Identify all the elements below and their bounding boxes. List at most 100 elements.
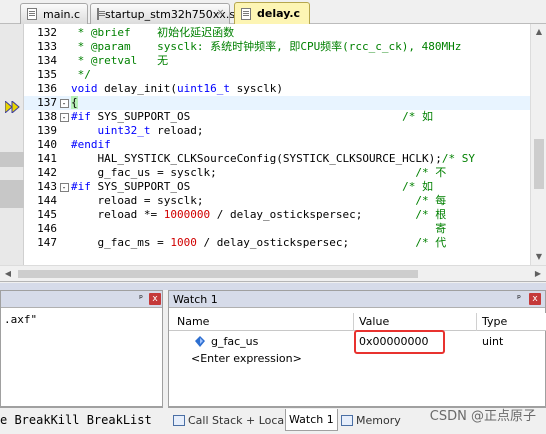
- code-line[interactable]: 138- #if SYS_SUPPORT_OS /* 如: [24, 110, 530, 124]
- collapse-icon[interactable]: -: [59, 98, 69, 108]
- code-line[interactable]: 143- #if SYS_SUPPORT_OS /* 如: [24, 180, 530, 194]
- code-token: {: [71, 96, 78, 109]
- tab-call-stack[interactable]: Call Stack + Locals: [170, 409, 296, 431]
- column-divider[interactable]: [353, 313, 354, 331]
- code-token: * @brief 初始化延迟函数: [71, 26, 235, 39]
- scroll-right-icon[interactable]: ▶: [530, 266, 546, 282]
- close-icon[interactable]: x: [529, 293, 541, 305]
- code-text: HAL_SYSTICK_CLKSourceConfig(SYSTICK_CLKS…: [71, 152, 475, 166]
- column-header-type[interactable]: Type: [482, 315, 507, 328]
- watch-type: uint: [482, 335, 504, 348]
- scroll-thumb[interactable]: [18, 270, 418, 278]
- breakpoint-tabs[interactable]: e BreakKill BreakList: [0, 413, 152, 427]
- tab-label: Watch 1: [289, 413, 334, 426]
- code-line[interactable]: 136 void delay_init(uint16_t sysclk): [24, 82, 530, 96]
- code-token: delay_init(: [97, 82, 177, 95]
- column-header-value[interactable]: Value: [359, 315, 389, 328]
- code-text: * @param sysclk: 系统时钟频率, 即CPU频率(rcc_c_ck…: [71, 40, 462, 54]
- tab-startup-s[interactable]: startup_stm32h750xx.s ×: [90, 3, 235, 24]
- code-token: 1000: [170, 236, 197, 249]
- code-text: #if SYS_SUPPORT_OS /* 如: [71, 110, 433, 124]
- code-token: reload;: [150, 124, 204, 137]
- scroll-up-icon[interactable]: ▲: [531, 24, 546, 40]
- code-line[interactable]: 141 HAL_SYSTICK_CLKSourceConfig(SYSTICK_…: [24, 152, 530, 166]
- code-token: void: [71, 82, 98, 95]
- code-line[interactable]: 132 * @brief 初始化延迟函数: [24, 26, 530, 40]
- close-icon[interactable]: ×: [215, 8, 226, 19]
- code-line[interactable]: 142 g_fac_us = sysclk; /* 不: [24, 166, 530, 180]
- line-number: 147: [37, 236, 57, 249]
- pane-header: Watch 1 ᵖ x: [169, 291, 545, 308]
- breakpoint-gutter[interactable]: [0, 24, 24, 265]
- tab-memory[interactable]: Memory: [338, 409, 404, 431]
- code-editor[interactable]: 132 * @brief 初始化延迟函数 133 * @param sysclk:…: [0, 24, 546, 282]
- code-token: #if: [71, 110, 91, 123]
- watch-table-header: Name Value Type: [169, 313, 546, 331]
- code-token: SYS_SUPPORT_OS: [90, 110, 403, 123]
- code-token: #endif: [71, 138, 111, 151]
- code-line[interactable]: 146 寄: [24, 222, 530, 236]
- line-number: 138: [37, 110, 57, 123]
- code-line[interactable]: 145 reload *= 1000000 / delay_osticksper…: [24, 208, 530, 222]
- column-divider[interactable]: [476, 313, 477, 331]
- splitter[interactable]: [0, 283, 546, 290]
- code-token: sysclk): [229, 82, 283, 95]
- fold-marker[interactable]: -: [57, 96, 71, 110]
- pane-title: Watch 1: [173, 293, 218, 306]
- enter-expression[interactable]: <Enter expression>: [191, 352, 302, 365]
- code-token: uint32_t: [97, 124, 151, 137]
- gutter-marker: [0, 152, 24, 167]
- code-token: */: [71, 68, 91, 81]
- code-text: uint32_t reload;: [71, 124, 204, 138]
- watermark: CSDN @正点原子: [429, 409, 536, 424]
- scroll-left-icon[interactable]: ◀: [0, 266, 16, 282]
- code-token: /* SY: [441, 152, 475, 165]
- code-token: reload *=: [71, 208, 164, 221]
- pin-icon[interactable]: ᵖ: [136, 294, 146, 304]
- code-line[interactable]: 137-{: [24, 96, 530, 110]
- code-token: / delay_ostickspersec;: [196, 236, 416, 249]
- close-icon[interactable]: x: [149, 293, 161, 305]
- collapse-icon[interactable]: -: [59, 182, 69, 192]
- pin-icon[interactable]: ᵖ: [514, 294, 524, 304]
- scroll-down-icon[interactable]: ▼: [531, 249, 546, 265]
- line-number: 136: [37, 82, 57, 95]
- code-token: 1000000: [163, 208, 211, 221]
- code-line[interactable]: 147 g_fac_ms = 1000 / delay_osticksperse…: [24, 236, 530, 250]
- fold-marker[interactable]: -: [57, 180, 71, 194]
- asm-file-icon: [97, 8, 105, 20]
- watch-name: g_fac_us: [211, 335, 259, 348]
- line-number: 132: [37, 26, 57, 39]
- code-token: g_fac_ms =: [71, 236, 171, 249]
- vertical-scrollbar[interactable]: ▲ ▼: [530, 24, 546, 265]
- column-header-name[interactable]: Name: [177, 315, 209, 328]
- code-line[interactable]: 144 reload = sysclk; /* 每: [24, 194, 530, 208]
- tab-main-c[interactable]: main.c: [20, 3, 88, 24]
- code-line[interactable]: 140 #endif: [24, 138, 530, 152]
- tab-delay-c[interactable]: delay.c: [234, 2, 310, 24]
- code-token: #if: [71, 180, 91, 193]
- code-line[interactable]: 139 uint32_t reload;: [24, 124, 530, 138]
- output-text: .axf": [4, 313, 38, 326]
- code-text: * @brief 初始化延迟函数: [71, 26, 234, 40]
- code-token: * @param sysclk: 系统时钟频率, 即CPU频率(rcc_c_ck…: [71, 40, 462, 53]
- tab-watch-1[interactable]: Watch 1: [285, 409, 338, 431]
- tab-label: delay.c: [257, 7, 301, 20]
- code-token: /* 不: [415, 166, 447, 179]
- code-token: /* 根: [415, 208, 447, 221]
- line-number: 134: [37, 54, 57, 67]
- code-token: * @retval 无: [71, 54, 169, 67]
- collapse-icon[interactable]: -: [59, 112, 69, 122]
- fold-marker[interactable]: -: [57, 110, 71, 124]
- code-line[interactable]: 133 * @param sysclk: 系统时钟频率, 即CPU频率(rcc_…: [24, 40, 530, 54]
- code-line[interactable]: 134 * @retval 无: [24, 54, 530, 68]
- code-line[interactable]: 135 */: [24, 68, 530, 82]
- horizontal-scrollbar[interactable]: ◀ ▶: [0, 265, 546, 281]
- scroll-thumb[interactable]: [534, 139, 544, 189]
- line-number: 145: [37, 208, 57, 221]
- code-text: reload *= 1000000 / delay_ostickspersec;…: [71, 208, 446, 222]
- gutter-marker: [0, 180, 24, 208]
- pane-header: ᵖ x: [1, 291, 162, 308]
